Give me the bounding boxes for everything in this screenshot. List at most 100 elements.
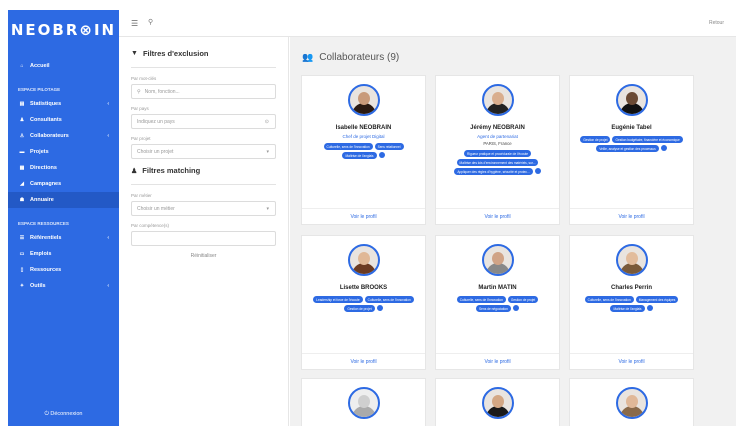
users-icon: ♟ xyxy=(19,117,25,123)
chevron-right-icon: ‹ xyxy=(107,101,109,107)
app-logo[interactable]: NEOBR⊗IN xyxy=(8,10,119,50)
chevron-right-icon: ‹ xyxy=(107,133,109,139)
job-label: Par métier xyxy=(131,193,152,198)
skill-tags: Culturelle, sens de l'innovation Gestion … xyxy=(436,296,559,312)
view-profile-link[interactable]: Voir le profil xyxy=(570,359,693,365)
keyword-input[interactable]: ⚲ Nom, fonction... xyxy=(131,84,276,99)
view-profile-link[interactable]: Voir le profil xyxy=(570,214,693,220)
logout-button[interactable]: ⏻ Déconnexion xyxy=(8,411,119,418)
collaborator-card[interactable]: Eugénie Tabel Gestion de projet Gestion bu… xyxy=(569,75,694,225)
filters-panel: ▼ Filtres d'exclusion Par mot-clés ⚲ Nom… xyxy=(119,37,289,426)
collaborator-card[interactable] xyxy=(569,378,694,426)
collaborator-name: Isabelle NEOBRAIN xyxy=(335,125,392,131)
sidebar-item-annuaire[interactable]: ☗ Annuaire xyxy=(8,192,119,208)
avatar xyxy=(616,387,648,419)
keyword-label: Par mot-clés xyxy=(131,76,157,81)
skills-input[interactable] xyxy=(131,231,276,246)
avatar xyxy=(482,387,514,419)
search-icon[interactable]: ⚲ xyxy=(148,18,153,26)
sidebar-item-consultants[interactable]: ♟ Consultants xyxy=(8,112,119,128)
sidebar-item-ressources[interactable]: ▯ Ressources xyxy=(8,262,119,278)
skill-tag: Culturelle, sens de l'innovation xyxy=(584,296,634,303)
main-content: 👥 Collaborateurs (9) Isabelle NEOBRAIN Ch… xyxy=(290,37,736,426)
sidebar-item-emplois[interactable]: ▭ Emplois xyxy=(8,246,119,262)
wrench-icon: ✦ xyxy=(19,283,25,289)
search-icon: ⚲ xyxy=(137,88,141,95)
divider xyxy=(570,353,693,354)
avatar xyxy=(482,244,514,276)
collaborator-card[interactable]: Martin MATIN Culturelle, sens de l'innova… xyxy=(435,235,560,370)
sidebar-item-label: Statistiques xyxy=(30,101,62,107)
collaborator-role: Chef de projet Digital xyxy=(342,134,385,139)
avatar xyxy=(616,244,648,276)
briefcase-icon: ▭ xyxy=(19,251,25,257)
more-tags-indicator[interactable] xyxy=(378,152,385,158)
sidebar-item-directions[interactable]: ▦ Directions xyxy=(8,160,119,176)
avatar xyxy=(348,244,380,276)
view-profile-link[interactable]: Voir le profil xyxy=(302,214,425,220)
chevron-right-icon: ‹ xyxy=(107,283,109,289)
collaborator-name: Charles Perrin xyxy=(610,285,653,291)
sidebar-item-referentiels[interactable]: ☰ Référentiels ‹ xyxy=(8,230,119,246)
more-tags-indicator[interactable] xyxy=(646,305,653,311)
page-title: 👥 Collaborateurs (9) xyxy=(302,52,400,63)
reset-button[interactable]: Réinitialiser xyxy=(131,253,276,259)
sidebar-item-collaborateurs[interactable]: ♙ Collaborateurs ‹ xyxy=(8,128,119,144)
sidebar-item-label: Annuaire xyxy=(30,197,54,203)
divider xyxy=(570,208,693,209)
collaborator-card[interactable] xyxy=(435,378,560,426)
view-profile-link[interactable]: Voir le profil xyxy=(436,214,559,220)
sidebar-item-label: Emplois xyxy=(30,251,52,257)
sidebar: NEOBR⊗IN ⌂ Accueil ESPACE PILOTAGE ▤ Stat… xyxy=(8,10,119,426)
sidebar-item-label: Campagnes xyxy=(30,181,62,187)
collaborator-card[interactable]: Jérémy NEOBRAIN Agent de partenariat PARIS… xyxy=(435,75,560,225)
collaborator-card[interactable]: Isabelle NEOBRAIN Chef de projet Digital C… xyxy=(301,75,426,225)
more-tags-indicator[interactable] xyxy=(376,305,383,311)
view-profile-link[interactable]: Voir le profil xyxy=(302,359,425,365)
sidebar-item-projets[interactable]: ▬ Projets xyxy=(8,144,119,160)
job-select[interactable]: Choisir un métier ▾ xyxy=(131,201,276,216)
avatar xyxy=(348,84,380,116)
collaborator-card[interactable] xyxy=(301,378,426,426)
exclusion-filters-title: ▼ Filtres d'exclusion xyxy=(131,49,209,58)
skill-tag: Appliquer des règles d'hygiène, sécurité… xyxy=(454,168,533,175)
more-tags-indicator[interactable] xyxy=(534,168,541,174)
top-bar: ☰ ⚲ Retour xyxy=(119,10,736,37)
sidebar-item-label: Collaborateurs xyxy=(30,133,69,139)
user-icon: ♟ xyxy=(131,167,138,175)
collaborator-card[interactable]: Charles Perrin Culturelle, sens de l'inno… xyxy=(569,235,694,370)
country-input[interactable]: Indiquez un pays ⊙ xyxy=(131,114,276,129)
people-icon: ☗ xyxy=(19,197,25,203)
divider xyxy=(302,208,425,209)
project-select[interactable]: Choisir un projet ▾ xyxy=(131,144,276,159)
avatar xyxy=(482,84,514,116)
skill-tag: Sens relationnel xyxy=(374,143,404,150)
skill-tag: Gestion de projet xyxy=(580,136,611,143)
more-tags-indicator[interactable] xyxy=(512,305,519,311)
topbar-right-link[interactable]: Retour xyxy=(709,20,724,26)
sidebar-section-ressources: ESPACE RESSOURCES xyxy=(18,220,69,226)
skill-tag: Gestion budgétaire, financière et économ… xyxy=(612,136,683,143)
skill-tags: Culturelle, sens de l'innovation Manageme… xyxy=(570,296,693,312)
skill-tags: Culturelle, sens de l'innovation Sens rel… xyxy=(302,143,425,159)
sidebar-item-campagnes[interactable]: ◢ Campagnes xyxy=(8,176,119,192)
skill-tag: Maîtrise de l'anglais xyxy=(610,305,645,312)
sidebar-item-accueil[interactable]: ⌂ Accueil xyxy=(8,58,119,74)
funnel-icon: ▼ xyxy=(131,50,138,57)
view-profile-link[interactable]: Voir le profil xyxy=(436,359,559,365)
more-tags-indicator[interactable] xyxy=(660,145,667,151)
divider xyxy=(436,208,559,209)
skill-tag: Leadership et force de l'écoute xyxy=(313,296,363,303)
location-pin-icon: ⊙ xyxy=(264,118,269,125)
sidebar-item-label: Outils xyxy=(30,283,46,289)
skill-tag: Veille, analyse et gestion des processus xyxy=(596,145,659,152)
sidebar-item-outils[interactable]: ✦ Outils ‹ xyxy=(8,278,119,294)
sidebar-item-label: Directions xyxy=(30,165,57,171)
collaborator-card[interactable]: Lisette BROOKS Leadership et force de l'é… xyxy=(301,235,426,370)
divider xyxy=(436,353,559,354)
hamburger-menu-icon[interactable]: ☰ xyxy=(131,19,138,28)
collaborator-name: Eugénie Tabel xyxy=(611,125,652,131)
skill-tag: Management des équipes xyxy=(635,296,679,303)
skill-tag: Maîtrise de l'anglais xyxy=(342,152,377,159)
sidebar-item-statistiques[interactable]: ▤ Statistiques ‹ xyxy=(8,96,119,112)
